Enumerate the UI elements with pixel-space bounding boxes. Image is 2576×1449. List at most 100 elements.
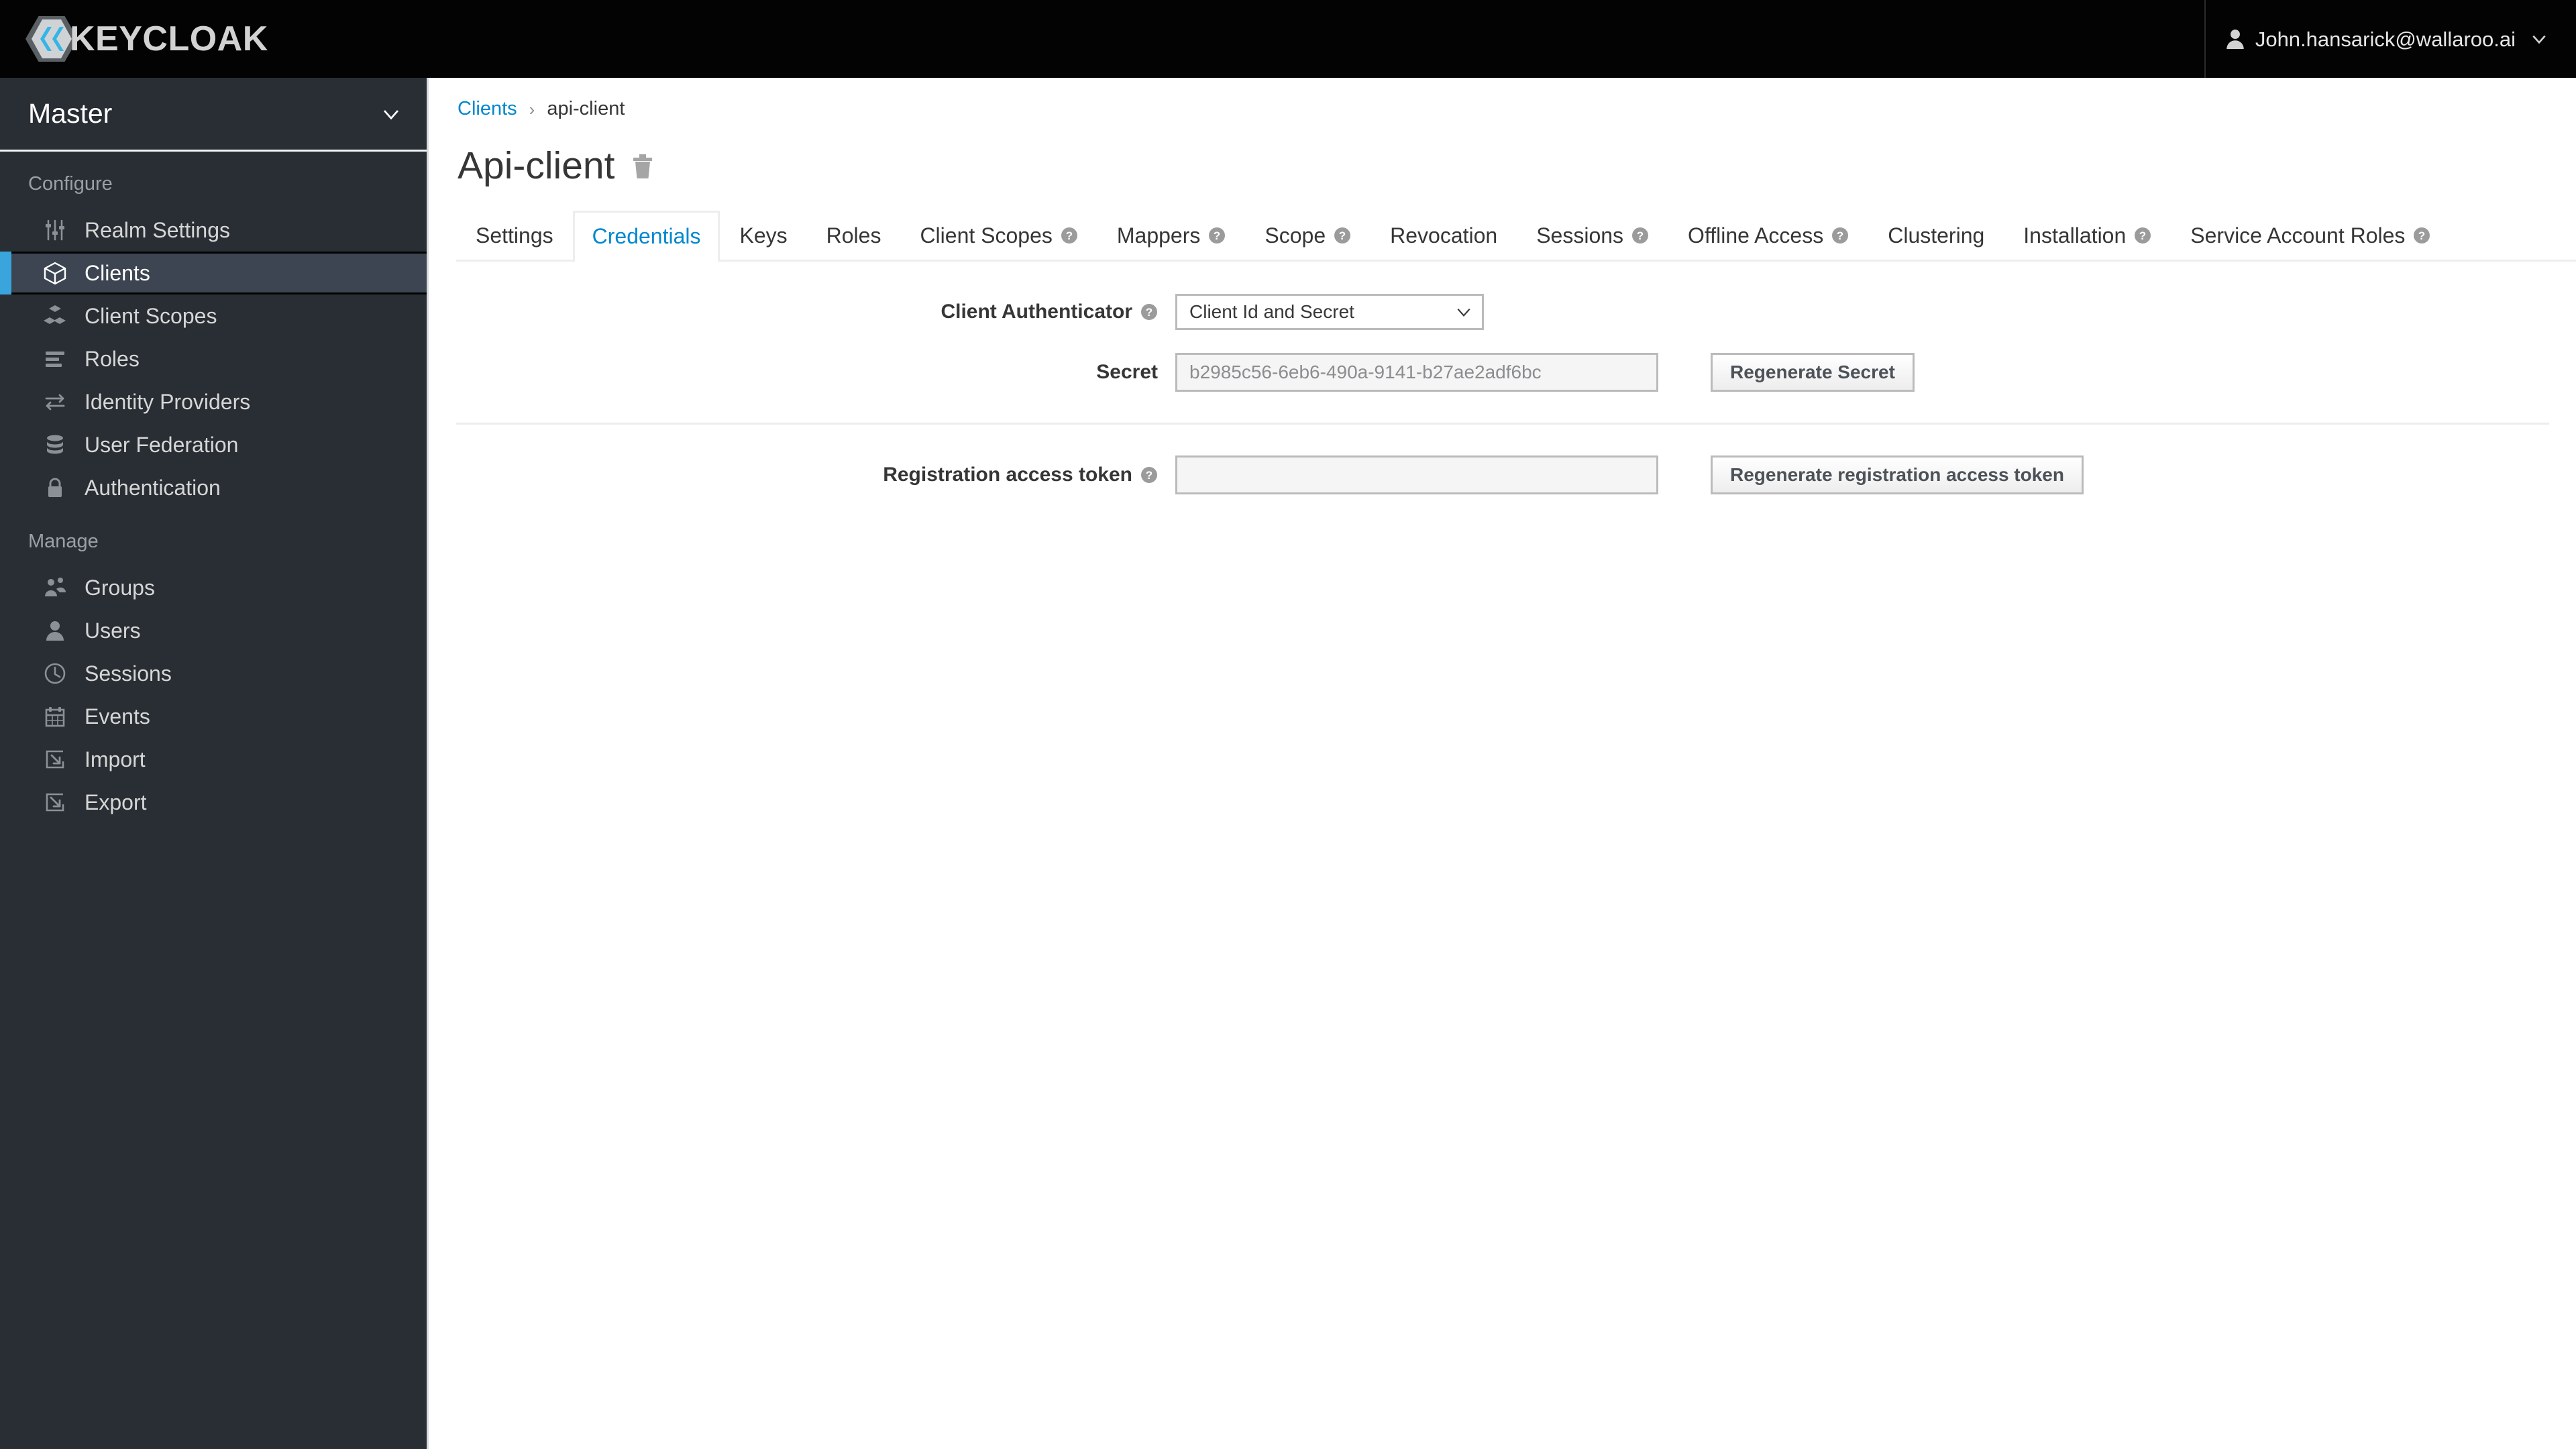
section-divider <box>456 423 2549 425</box>
tab-label: Credentials <box>592 224 701 248</box>
svg-text:?: ? <box>1837 229 1843 242</box>
tab-revocation[interactable]: Revocation <box>1371 209 1517 260</box>
svg-text:?: ? <box>1214 229 1220 242</box>
sidebar-item-label: Import <box>85 747 146 771</box>
sidebar-item-client-scopes[interactable]: Client Scopes <box>0 294 427 337</box>
user-name-label: John.hansarick@wallaroo.ai <box>2255 27 2516 51</box>
label-text: Secret <box>1096 361 1158 383</box>
masthead: KEYCLOAK John.hansarick@wallaroo.ai <box>0 0 2576 78</box>
registration-access-token-control: Regenerate registration access token <box>1175 455 2084 494</box>
tab-label: Clustering <box>1888 223 1985 248</box>
sidebar-item-label: Export <box>85 790 147 814</box>
secret-input[interactable] <box>1175 353 1658 392</box>
help-circle-icon[interactable]: ? <box>1208 227 1226 244</box>
tab-clustering[interactable]: Clustering <box>1868 209 2004 260</box>
tab-installation[interactable]: Installation ? <box>2004 209 2171 260</box>
tab-settings[interactable]: Settings <box>456 209 573 260</box>
breadcrumb-link-clients[interactable]: Clients <box>458 99 517 119</box>
help-circle-icon[interactable]: ? <box>1831 227 1849 244</box>
page-header: Api-client <box>431 119 2576 185</box>
tab-mappers[interactable]: Mappers ? <box>1097 209 1246 260</box>
secret-control: Regenerate Secret <box>1175 353 1915 392</box>
sidebar-item-import[interactable]: Import <box>0 738 427 781</box>
svg-text:?: ? <box>1146 469 1152 482</box>
tab-sessions[interactable]: Sessions ? <box>1517 209 1668 260</box>
tab-label: Mappers <box>1116 223 1201 248</box>
tab-scope[interactable]: Scope ? <box>1245 209 1371 260</box>
label-text: Registration access token <box>883 464 1132 486</box>
registration-access-token-input[interactable] <box>1175 455 1658 494</box>
tab-label: Settings <box>476 223 553 248</box>
sidebar-item-label: Realm Settings <box>85 218 230 242</box>
trash-icon[interactable] <box>631 153 655 180</box>
sidebar-item-label: Roles <box>85 347 140 371</box>
sidebar-item-label: Clients <box>85 261 150 285</box>
sidebar-item-roles[interactable]: Roles <box>0 337 427 380</box>
sidebar-item-clients[interactable]: Clients <box>0 252 427 294</box>
nav-section-configure: Configure Realm Settings Clients Client … <box>0 152 427 509</box>
sidebar-item-realm-settings[interactable]: Realm Settings <box>0 209 427 252</box>
brand-logo-link[interactable]: KEYCLOAK <box>25 0 268 78</box>
sidebar: Master Configure Realm Settings Clients … <box>0 78 429 1449</box>
tab-label: Scope <box>1265 223 1326 248</box>
sidebar-item-label: Identity Providers <box>85 390 251 414</box>
cube-icon <box>43 261 67 285</box>
user-icon <box>43 619 67 643</box>
sidebar-item-user-federation[interactable]: User Federation <box>0 423 427 466</box>
sliders-icon <box>43 218 67 242</box>
help-circle-icon[interactable]: ? <box>1061 227 1078 244</box>
sidebar-item-groups[interactable]: Groups <box>0 566 427 609</box>
sidebar-item-label: Events <box>85 704 150 729</box>
sidebar-item-users[interactable]: Users <box>0 609 427 652</box>
credentials-form: Client Authenticator ? Client Id and Sec… <box>431 262 2576 494</box>
help-circle-icon[interactable]: ? <box>2134 227 2151 244</box>
help-circle-icon[interactable]: ? <box>1140 303 1158 321</box>
user-menu[interactable]: John.hansarick@wallaroo.ai <box>2204 0 2576 78</box>
help-circle-icon[interactable]: ? <box>2413 227 2430 244</box>
database-icon <box>43 433 67 457</box>
tab-client-scopes[interactable]: Client Scopes ? <box>900 209 1097 260</box>
regenerate-registration-access-token-button[interactable]: Regenerate registration access token <box>1711 455 2084 494</box>
svg-text:?: ? <box>1146 306 1152 319</box>
sidebar-item-label: Groups <box>85 576 155 600</box>
help-circle-icon[interactable]: ? <box>1140 466 1158 484</box>
brand-name: KEYCLOAK <box>70 19 268 58</box>
tab-roles[interactable]: Roles <box>807 209 901 260</box>
sidebar-item-events[interactable]: Events <box>0 695 427 738</box>
tab-offline-access[interactable]: Offline Access ? <box>1668 209 1868 260</box>
client-authenticator-label: Client Authenticator ? <box>431 302 1175 322</box>
sidebar-item-label: User Federation <box>85 433 239 457</box>
sidebar-item-label: Users <box>85 619 141 643</box>
client-authenticator-select[interactable]: Client Id and Secret <box>1175 294 1484 330</box>
tab-service-account-roles[interactable]: Service Account Roles ? <box>2171 209 2450 260</box>
users-group-icon <box>43 576 67 600</box>
nav-section-title-configure: Configure <box>28 173 113 195</box>
realm-selector[interactable]: Master <box>0 78 427 152</box>
svg-text:?: ? <box>1637 229 1644 242</box>
tab-credentials[interactable]: Credentials <box>572 211 720 262</box>
breadcrumb: Clients › api-client <box>431 78 2576 119</box>
sidebar-item-sessions[interactable]: Sessions <box>0 652 427 695</box>
tab-label: Service Account Roles <box>2190 223 2406 248</box>
tab-label: Roles <box>826 223 881 248</box>
svg-text:?: ? <box>1339 229 1346 242</box>
sidebar-item-authentication[interactable]: Authentication <box>0 466 427 509</box>
tab-label: Keys <box>739 223 788 248</box>
sidebar-item-identity-providers[interactable]: Identity Providers <box>0 380 427 423</box>
registration-access-token-row: Registration access token ? Regenerate r… <box>431 455 2576 494</box>
svg-text:?: ? <box>2139 229 2146 242</box>
keycloak-admin-console: KEYCLOAK John.hansarick@wallaroo.ai Mast… <box>0 0 2576 1449</box>
tab-keys[interactable]: Keys <box>720 209 806 260</box>
svg-text:?: ? <box>1066 229 1073 242</box>
nav-section-title-manage: Manage <box>28 531 99 552</box>
help-circle-icon[interactable]: ? <box>1334 227 1351 244</box>
chevron-down-icon <box>2532 35 2546 44</box>
label-text: Client Authenticator <box>941 301 1132 323</box>
help-circle-icon[interactable]: ? <box>1631 227 1649 244</box>
regenerate-secret-button[interactable]: Regenerate Secret <box>1711 353 1915 392</box>
page-title: Api-client <box>458 144 615 187</box>
tab-label: Client Scopes <box>920 223 1053 248</box>
nav-section-manage: Manage Groups Users Sessions Events Impo… <box>0 509 427 824</box>
secret-row: Secret Regenerate Secret <box>431 353 2576 392</box>
sidebar-item-export[interactable]: Export <box>0 781 427 824</box>
